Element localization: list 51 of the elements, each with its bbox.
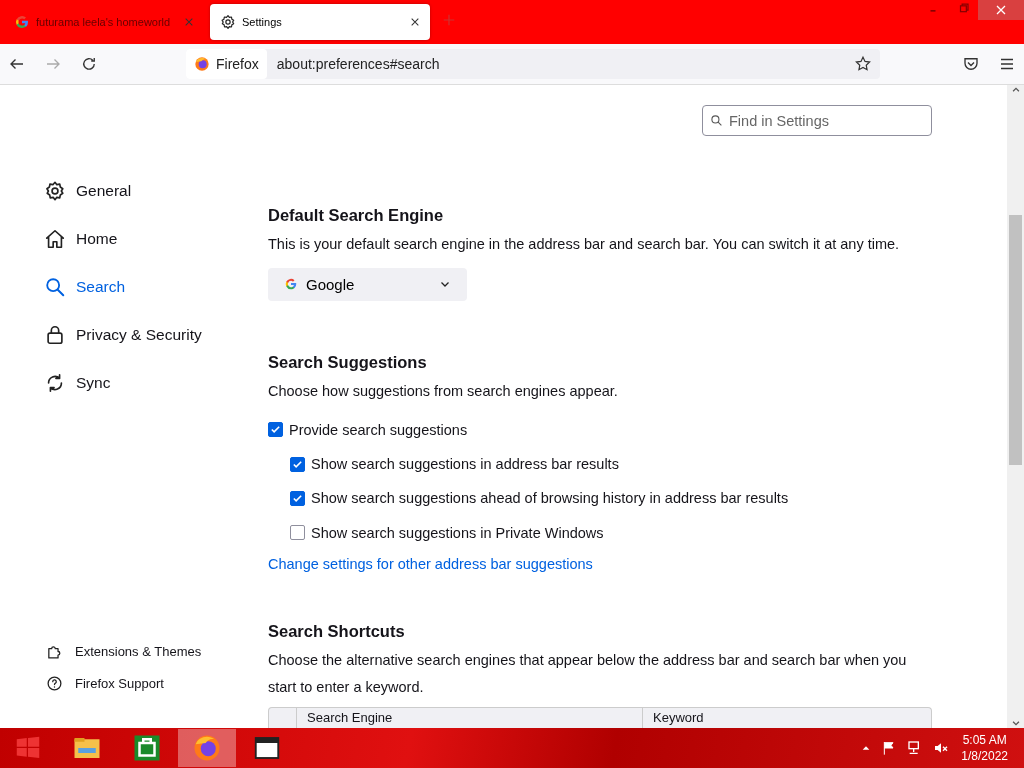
category-item[interactable]: Sync	[0, 359, 268, 407]
footer-link[interactable]: Extensions & Themes	[0, 643, 268, 660]
scrollbar[interactable]	[1007, 85, 1024, 728]
reload-icon[interactable]	[80, 55, 98, 73]
engine-dropdown[interactable]: Google	[268, 268, 467, 301]
checkbox-label[interactable]: Show search suggestions in Private Windows	[311, 524, 604, 541]
home-icon	[44, 228, 66, 250]
section-description: Choose how suggestions from search engines appear.	[268, 381, 619, 401]
firefox-icon	[192, 733, 222, 763]
checkmark-icon	[292, 492, 303, 504]
checkbox[interactable]	[290, 525, 305, 541]
find-field[interactable]: Find in Settings	[702, 105, 932, 136]
star-icon[interactable]	[854, 55, 872, 73]
checkbox-label[interactable]: Provide search suggestions	[289, 421, 468, 438]
section-heading: Default Search Engine	[268, 206, 445, 225]
firefox-icon	[194, 56, 210, 72]
category-item[interactable]: Privacy & Security	[0, 311, 268, 359]
category-item[interactable]: General	[0, 167, 268, 215]
puzzle-icon	[46, 643, 63, 660]
section-heading: Search Shortcuts	[268, 622, 406, 641]
settings-icon	[44, 180, 66, 202]
settings-link[interactable]: Change settings for other address bar suggestions	[268, 556, 593, 572]
clock[interactable]: 5:05 AM 1/8/2022	[961, 732, 1008, 764]
google-icon	[14, 14, 30, 30]
pocket-icon[interactable]	[962, 55, 980, 73]
url-text: about:preferences#search	[276, 56, 441, 72]
identity-box[interactable]: Firefox	[186, 49, 267, 79]
checkbox-label[interactable]: Show search suggestions ahead of browsing history in address bar results	[311, 490, 789, 507]
google-icon	[284, 277, 298, 292]
section-description: This is your default search engine in the address bar and search bar. You can switch it at any time.	[268, 235, 901, 254]
checkbox[interactable]	[290, 456, 305, 472]
lock-icon	[44, 324, 66, 346]
settings-icon	[220, 14, 236, 30]
section-description: Choose the alternative search engines that appear below the address bar and search bar when you start to enter a keyword.	[268, 651, 908, 697]
category-item[interactable]: Search	[0, 263, 268, 311]
section-heading: Search Suggestions	[268, 352, 428, 372]
checkbox[interactable]	[290, 490, 305, 506]
footer-link[interactable]: Firefox Support	[0, 675, 268, 692]
checkbox-label[interactable]: Show search suggestions in address bar results	[311, 456, 619, 473]
close-icon[interactable]	[410, 17, 420, 27]
checkmark-icon	[292, 458, 303, 470]
category-item[interactable]: Home	[0, 215, 268, 263]
search-icon	[44, 276, 66, 298]
checkmark-icon	[270, 424, 281, 436]
store-icon	[132, 733, 162, 763]
help-icon	[46, 675, 63, 692]
browser-tab[interactable]: Settings	[210, 4, 430, 40]
checkbox[interactable]	[268, 422, 283, 438]
column-header[interactable]: Keyword	[643, 708, 704, 728]
search-icon	[710, 114, 723, 127]
address-bar[interactable]: Firefox about:preferences#search	[186, 49, 880, 79]
